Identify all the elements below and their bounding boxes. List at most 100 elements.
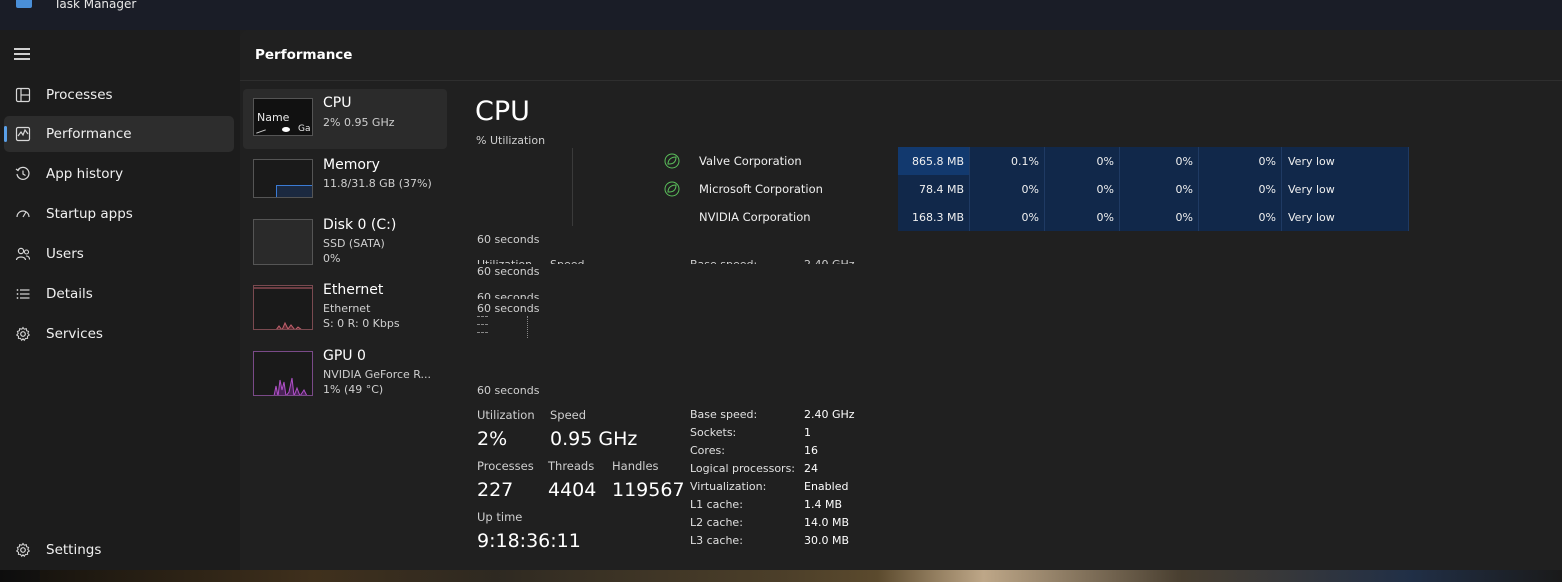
- nav-item-users[interactable]: Users: [4, 236, 234, 272]
- ethernet-thumbnail: [253, 285, 313, 330]
- utilization-axis-label: % Utilization: [476, 134, 546, 147]
- cpu-detail-pane: CPU % Utilization Valve Corporation 865.…: [475, 90, 1555, 570]
- resource-stat: 11.8/31.8 GB (37%): [323, 177, 432, 190]
- network-cell: 0%: [1120, 147, 1199, 175]
- nav-item-app-history[interactable]: App history: [4, 156, 234, 192]
- desktop-background-strip: [0, 570, 1562, 582]
- spec-value-l1-cache: 1.4 MB: [804, 498, 843, 511]
- time-axis-label: 60 seconds: [477, 291, 540, 299]
- time-axis-label: 60 seconds: [477, 302, 540, 315]
- nav-item-details[interactable]: Details: [4, 276, 234, 312]
- speed-value: 0.95 GHz: [550, 428, 638, 450]
- memory-cell: 78.4 MB: [898, 175, 970, 203]
- main-content: Performance Name Ga CPU 2% 0.95 GHz Memo…: [240, 30, 1562, 570]
- network-cell: 0%: [1120, 175, 1199, 203]
- resource-card-gpu[interactable]: GPU 0 NVIDIA GeForce R... 1% (49 °C): [243, 342, 447, 402]
- page-title: Performance: [255, 47, 353, 63]
- ghost-speed-label: Speed: [550, 256, 584, 264]
- title-bar: Task Manager: [0, 0, 1562, 30]
- spec-value-base-speed: 2.40 GHz: [804, 408, 855, 421]
- memory-thumbnail: [253, 159, 313, 198]
- thumbnail-ga-text: Ga: [298, 124, 311, 134]
- memory-cell: 168.3 MB: [898, 203, 970, 231]
- nav-item-startup-apps[interactable]: Startup apps: [4, 196, 234, 232]
- power-usage-cell: Very low: [1282, 203, 1409, 231]
- resource-card-disk[interactable]: Disk 0 (C:) SSD (SATA) 0%: [243, 210, 447, 270]
- nav-label: Processes: [46, 87, 113, 103]
- nav-item-performance[interactable]: Performance: [4, 116, 234, 152]
- table-row[interactable]: Valve Corporation 865.8 MB 0.1% 0% 0% 0%…: [660, 147, 1418, 175]
- gpu-cell: 0%: [1199, 175, 1282, 203]
- handles-value: 119567: [612, 479, 685, 501]
- nav-item-settings[interactable]: Settings: [4, 535, 234, 565]
- thumbnail-line: [256, 129, 266, 134]
- cpu-title: CPU: [475, 96, 530, 127]
- startup-speedometer-icon: [14, 205, 32, 223]
- window-title: Task Manager: [54, 0, 137, 11]
- ghost-utilization-label: Utilization: [477, 256, 532, 264]
- thumbnail-name-header: Name: [257, 111, 290, 124]
- process-overlay-table: Valve Corporation 865.8 MB 0.1% 0% 0% 0%…: [660, 147, 1418, 231]
- resource-card-cpu[interactable]: Name Ga CPU 2% 0.95 GHz: [243, 89, 447, 149]
- nav-label: Services: [46, 326, 103, 342]
- users-icon: [14, 245, 32, 263]
- gpu-cell: 0%: [1199, 147, 1282, 175]
- nav-label: Details: [46, 286, 93, 302]
- spec-value-l2-cache: 14.0 MB: [804, 516, 850, 529]
- resource-stat: 1% (49 °C): [323, 383, 384, 396]
- spec-key-l3-cache: L3 cache:: [690, 534, 743, 547]
- nav-item-processes[interactable]: Processes: [4, 77, 234, 113]
- nav-label: Performance: [46, 126, 132, 142]
- processes-label: Processes: [477, 459, 534, 473]
- disk-thumbnail: [253, 219, 313, 265]
- spec-value-sockets: 1: [804, 426, 811, 439]
- utilization-label: Utilization: [477, 408, 535, 422]
- resource-name: GPU 0: [323, 348, 366, 364]
- spec-value-virtualization: Enabled: [804, 480, 849, 493]
- uptime-value: 9:18:36:11: [477, 530, 581, 552]
- nav-label: App history: [46, 166, 124, 182]
- ghost-base-speed-value: 2.40 GHz: [804, 256, 855, 264]
- spec-value-logical-processors: 24: [804, 462, 818, 475]
- nav-item-services[interactable]: Services: [4, 316, 234, 352]
- nav-label: Settings: [46, 542, 102, 558]
- power-usage-cell: Very low: [1282, 147, 1409, 175]
- ghost-base-speed-label: Base speed:: [690, 256, 757, 264]
- processes-value: 227: [477, 479, 514, 501]
- utilization-value: 2%: [477, 428, 508, 450]
- services-gear-icon: [14, 325, 32, 343]
- disk-cell: 0%: [1045, 147, 1120, 175]
- spec-key-sockets: Sockets:: [690, 426, 737, 439]
- resource-stat: NVIDIA GeForce R...: [323, 368, 432, 381]
- resource-stat: S: 0 R: 0 Kbps: [323, 317, 400, 330]
- ethernet-graph: [254, 287, 312, 329]
- spec-key-logical-processors: Logical processors:: [690, 462, 796, 475]
- task-manager-app-icon: [16, 0, 32, 8]
- resource-name: CPU: [323, 95, 352, 111]
- nav-label: Startup apps: [46, 206, 133, 222]
- settings-gear-icon: [14, 541, 32, 559]
- resource-stat: Ethernet: [323, 302, 371, 315]
- power-usage-cell: Very low: [1282, 175, 1409, 203]
- cpu-cell: 0%: [970, 175, 1045, 203]
- resource-stat: SSD (SATA): [323, 237, 385, 250]
- resource-card-memory[interactable]: Memory 11.8/31.8 GB (37%): [243, 150, 447, 210]
- resource-stat: 0%: [323, 252, 341, 265]
- speed-label: Speed: [550, 408, 587, 422]
- disk-cell: 0%: [1045, 175, 1120, 203]
- performance-chart-icon: [14, 125, 32, 143]
- time-axis-label: 60 seconds: [477, 265, 540, 278]
- table-row[interactable]: Microsoft Corporation 78.4 MB 0% 0% 0% 0…: [660, 175, 1418, 203]
- spec-key-base-speed: Base speed:: [690, 408, 758, 421]
- graph-divider: [572, 148, 573, 226]
- table-row[interactable]: NVIDIA Corporation 168.3 MB 0% 0% 0% 0% …: [660, 203, 1418, 231]
- spec-key-l2-cache: L2 cache:: [690, 516, 743, 529]
- spec-key-cores: Cores:: [690, 444, 725, 457]
- gpu-cell: 0%: [1199, 203, 1282, 231]
- hamburger-menu-icon[interactable]: [14, 48, 30, 60]
- cpu-cell: 0%: [970, 203, 1045, 231]
- resource-card-ethernet[interactable]: Ethernet Ethernet S: 0 R: 0 Kbps: [243, 276, 447, 336]
- resource-name: Ethernet: [323, 282, 384, 298]
- disk-cell: 0%: [1045, 203, 1120, 231]
- ghost-tick-marks: [477, 316, 532, 346]
